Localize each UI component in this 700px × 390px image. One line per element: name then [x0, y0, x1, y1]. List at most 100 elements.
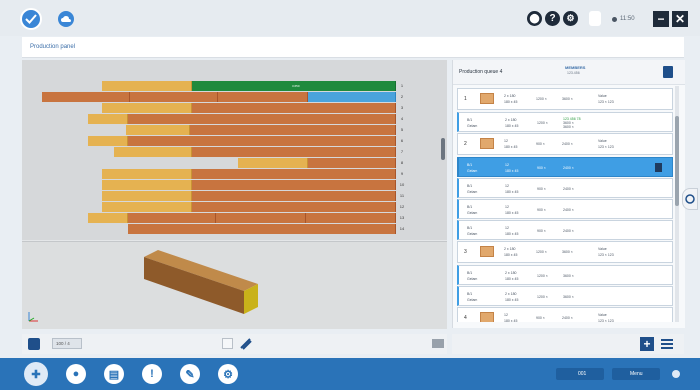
axis-icon — [28, 312, 38, 322]
queue-item-field: 12 — [504, 139, 508, 143]
list-view-icon[interactable] — [660, 337, 674, 351]
board[interactable] — [216, 213, 306, 223]
side-panel-handle[interactable] — [682, 188, 698, 210]
stack-viewer[interactable]: 3.650 1 2 3 4 5 6 7 8 9 10 11 12 13 14 — [22, 60, 447, 329]
row-number: 6 — [400, 138, 404, 143]
queue-subitem[interactable]: B/1 Gelam 2 x 180 180 x 45 1200 × 3600 × — [457, 286, 673, 306]
chart-icon[interactable]: ▤ — [104, 364, 124, 384]
board[interactable] — [308, 92, 396, 102]
stack-scrollbar[interactable] — [441, 138, 445, 160]
board[interactable] — [192, 147, 396, 157]
queue-subitem[interactable]: B/1 Gelam 12 180 x 45 900 × 2400 × — [457, 157, 673, 177]
queue-item-field: Gelam — [467, 232, 478, 236]
board[interactable] — [88, 136, 128, 146]
queue-item-field: 900 × — [537, 187, 546, 191]
queue-item-field: B/1 — [467, 226, 473, 230]
board[interactable] — [128, 136, 396, 146]
queue-subitem[interactable]: B/1 Gelam 12 180 x 45 900 × 2400 × — [457, 199, 673, 219]
stack-diagram[interactable]: 3.650 1 2 3 4 5 6 7 8 9 10 11 12 13 14 — [22, 60, 447, 240]
add-button[interactable]: + — [640, 337, 654, 351]
queue-item-field: B/1 — [467, 271, 473, 275]
clock-label: 11:50 — [620, 16, 635, 22]
board[interactable] — [102, 169, 192, 179]
row-number: 14 — [399, 226, 405, 231]
zoom-label: 100 / 4 — [56, 341, 70, 346]
delete-icon[interactable] — [655, 163, 662, 172]
board[interactable] — [192, 169, 396, 179]
queue-item-field: 180 x 45 — [505, 298, 519, 302]
queue-item-field: 2400 × — [563, 187, 574, 191]
user-icon[interactable] — [589, 11, 601, 26]
close-icon[interactable]: ✕ — [672, 11, 688, 27]
frame-icon[interactable] — [28, 338, 40, 350]
menu-button[interactable]: Menu — [612, 368, 660, 380]
board[interactable] — [88, 114, 128, 124]
3d-view[interactable] — [22, 241, 447, 329]
board[interactable] — [308, 158, 396, 168]
queue-subitem[interactable]: B/1 Gelam 12 180 x 45 900 × 2400 × — [457, 220, 673, 240]
queue-item[interactable]: 3 2 x 180 180 x 45 1200 × 3600 × Value 123 × 1… — [457, 241, 673, 263]
queue-item-field: 900 × — [537, 166, 546, 170]
board[interactable] — [238, 158, 308, 168]
queue-item-field: B/1 — [467, 118, 473, 122]
settings-icon[interactable]: ⚙ — [563, 11, 578, 26]
queue-subitem[interactable]: B/1 Gelam 2 x 180 180 x 45 1200 × 3600 × 123 4… — [457, 112, 673, 132]
board[interactable] — [102, 81, 192, 91]
home-button[interactable]: 001 — [556, 368, 604, 380]
export-icon[interactable] — [663, 66, 673, 78]
queue-item-field: 2400 × — [562, 142, 573, 146]
help-icon[interactable]: ? — [545, 11, 560, 26]
board[interactable] — [114, 147, 192, 157]
board[interactable] — [192, 103, 396, 113]
board[interactable] — [102, 103, 192, 113]
board[interactable] — [190, 125, 396, 135]
board[interactable] — [192, 202, 396, 212]
menu-icon[interactable]: ✚ — [24, 362, 48, 386]
board[interactable] — [42, 92, 130, 102]
queue-item-field: Value — [598, 313, 607, 317]
page-title: Production panel — [30, 44, 76, 50]
queue-item-field: 123 × 123 — [598, 253, 614, 257]
board[interactable] — [128, 224, 396, 234]
queue-item-field: 2400 × — [563, 229, 574, 233]
alert-icon[interactable]: ! — [142, 364, 162, 384]
top-bar: ⬤ ? ⚙ 11:50 − ✕ — [0, 0, 700, 36]
minus-icon[interactable] — [432, 339, 444, 348]
settings-icon[interactable]: ⚙ — [218, 364, 238, 384]
check-icon[interactable] — [20, 8, 42, 30]
tools-icon[interactable]: ✎ — [180, 364, 200, 384]
queue-item-note: 3600 × — [563, 125, 574, 129]
board[interactable] — [306, 213, 396, 223]
board[interactable] — [126, 125, 190, 135]
queue-item[interactable]: 1 2 x 180 180 x 45 1200 × 3600 × Value 123 × 1… — [457, 88, 673, 110]
queue-list[interactable]: 1 2 x 180 180 x 45 1200 × 3600 × Value 123 × 1… — [453, 86, 673, 322]
board[interactable] — [102, 191, 192, 201]
queue-item-field: Gelam — [467, 124, 478, 128]
members-link[interactable]: MEMBERS — [565, 65, 585, 70]
zoom-box[interactable]: 100 / 4 — [52, 338, 82, 349]
board[interactable] — [128, 213, 216, 223]
cut-tool-icon[interactable] — [239, 337, 252, 350]
queue-item-field: B/1 — [467, 205, 473, 209]
cloud-icon[interactable] — [58, 11, 74, 27]
queue-subitem[interactable]: B/1 Gelam 12 180 x 45 900 × 2400 × — [457, 178, 673, 198]
queue-subitem[interactable]: B/1 Gelam 2 x 180 180 x 45 1200 × 3600 × — [457, 265, 673, 285]
user-icon[interactable]: ● — [66, 364, 86, 384]
square-icon[interactable] — [222, 338, 233, 349]
board[interactable] — [128, 114, 396, 124]
row-number: 4 — [400, 116, 404, 121]
queue-scroll-thumb[interactable] — [675, 116, 679, 206]
board[interactable] — [88, 213, 128, 223]
drop-icon[interactable]: ⬤ — [527, 11, 542, 26]
queue-item[interactable]: 4 12 180 x 45 900 × 2400 × Value 123 × 123 — [457, 307, 673, 322]
board[interactable] — [218, 92, 308, 102]
board[interactable] — [192, 180, 396, 190]
board[interactable] — [192, 191, 396, 201]
board[interactable] — [102, 202, 192, 212]
power-icon[interactable] — [672, 370, 680, 378]
board[interactable] — [130, 92, 218, 102]
queue-scrollbar[interactable] — [675, 86, 679, 322]
queue-item[interactable]: 2 12 180 x 45 900 × 2400 × Value 123 × 123 — [457, 133, 673, 155]
minimize-icon[interactable]: − — [653, 11, 669, 27]
board[interactable] — [102, 180, 192, 190]
